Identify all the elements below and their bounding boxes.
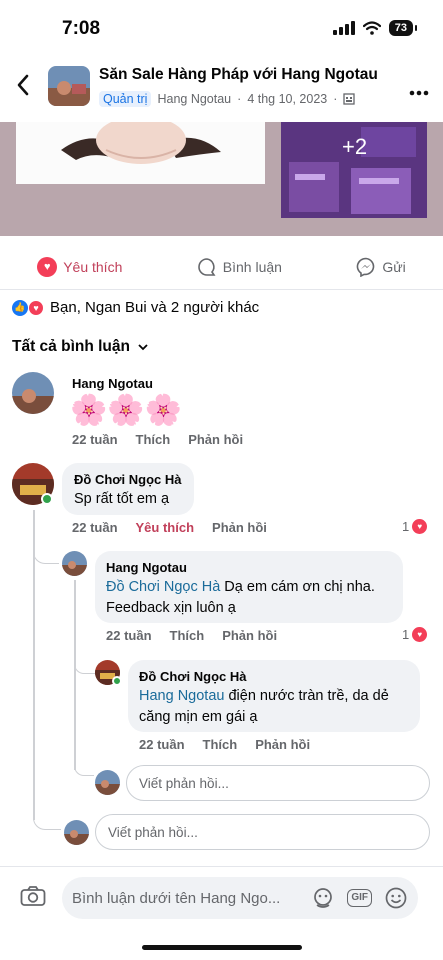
admin-badge: Quản trị: [99, 91, 152, 107]
reply-like-button[interactable]: Thích: [203, 737, 238, 752]
avatar-sticker-icon[interactable]: [311, 886, 335, 910]
reply-text: điện nước tràn trề, da dẻ: [224, 688, 389, 704]
heart-icon: ♥: [412, 519, 428, 534]
signal-icon: [332, 21, 355, 35]
group-avatar[interactable]: [48, 66, 90, 106]
heart-icon: ♥: [37, 257, 58, 277]
reply-author[interactable]: Đồ Chơi Ngọc Hà: [139, 669, 246, 684]
comment-text: 🌸🌸🌸: [70, 394, 183, 427]
avatar[interactable]: [62, 551, 87, 576]
reply-input-placeholder: Viết phản hồi...: [139, 775, 229, 791]
online-status-icon: [41, 493, 53, 505]
thread-connector: [74, 660, 96, 674]
more-options-button[interactable]: [409, 76, 429, 102]
reply-text-line: Đồ Chơi Ngọc Hà Dạ em cám ơn chị nha.: [106, 577, 375, 598]
battery-icon: 73: [388, 20, 418, 36]
group-title[interactable]: Săn Sale Hàng Pháp với Hang Ngotau: [99, 66, 378, 84]
avatar: [95, 770, 120, 795]
comment-icon: [198, 258, 216, 276]
post-actions: ♥ Yêu thích Bình luận Gửi: [0, 247, 443, 287]
comment-author[interactable]: Đồ Chơi Ngọc Hà: [74, 472, 181, 487]
composer-tools: GIF: [311, 886, 408, 910]
reply-reply-button[interactable]: Phản hồi: [222, 628, 277, 643]
comment-like-button[interactable]: Thích: [136, 432, 171, 447]
reply-author[interactable]: Hang Ngotau: [106, 560, 187, 575]
comment-reaction-count[interactable]: 1 ♥: [402, 519, 428, 534]
comment-author[interactable]: Hang Ngotau: [72, 376, 153, 391]
like-label: Yêu thích: [63, 259, 123, 275]
gif-button[interactable]: GIF: [347, 889, 372, 907]
composer-placeholder: Bình luận dưới tên Hang Ngo...: [72, 889, 281, 907]
mention-tag[interactable]: Hang Ngotau: [139, 688, 224, 704]
reply-reaction-count[interactable]: 1 ♥: [402, 627, 428, 642]
post-date[interactable]: 4 thg 10, 2023: [247, 92, 327, 106]
reactions-summary[interactable]: 👍 ♥ Bạn, Ngan Bui và 2 người khác: [12, 299, 259, 316]
comments-filter-label: Tất cả bình luận: [12, 338, 130, 355]
chevron-left-icon: [17, 74, 29, 96]
meta-separator: ·: [333, 92, 338, 106]
thread-line: [74, 580, 76, 770]
reaction-count: 1: [402, 627, 410, 642]
more-icon: [409, 90, 429, 96]
thread-connector: [33, 548, 59, 564]
comment-time: 22 tuần: [72, 432, 118, 447]
share-label: Gửi: [382, 259, 406, 275]
comment-label: Bình luận: [222, 259, 282, 275]
reply-time: 22 tuần: [139, 737, 185, 752]
mention-tag[interactable]: Đồ Chơi Ngọc Hà: [106, 579, 220, 595]
post-meta: Quản trị Hang Ngotau · 4 thg 10, 2023 ·: [99, 91, 356, 107]
status-time: 7:08: [62, 18, 101, 39]
comment-like-button[interactable]: Yêu thích: [136, 520, 195, 535]
reply-time: 22 tuần: [106, 628, 152, 643]
comment-reply-button[interactable]: Phản hồi: [188, 432, 243, 447]
meta-separator: ·: [237, 92, 242, 106]
reply-input[interactable]: Viết phản hồi...: [95, 814, 430, 850]
back-button[interactable]: [16, 74, 30, 100]
reply-text: căng mịn em gái ạ: [139, 709, 258, 725]
avatar[interactable]: [12, 372, 54, 414]
reply-reply-button[interactable]: Phản hồi: [255, 737, 310, 752]
divider: [0, 289, 443, 290]
comment-meta: 22 tuần Thích Phản hồi: [72, 432, 243, 447]
like-button[interactable]: ♥ Yêu thích: [37, 257, 122, 277]
comments-filter[interactable]: Tất cả bình luận: [12, 338, 148, 356]
home-indicator: [142, 945, 302, 950]
like-reaction-icon: 👍: [12, 299, 28, 316]
wifi-icon: [362, 21, 381, 35]
reply-text-line: Hang Ngotau điện nước tràn trề, da dẻ: [139, 686, 389, 707]
reactions-text: Bạn, Ngan Bui và 2 người khác: [50, 299, 260, 316]
reply-like-button[interactable]: Thích: [170, 628, 205, 643]
post-author[interactable]: Hang Ngotau: [157, 92, 231, 106]
share-button[interactable]: Gửi: [356, 257, 406, 277]
comment-button[interactable]: Bình luận: [197, 257, 282, 277]
camera-icon: [20, 886, 46, 906]
messenger-icon: [357, 257, 375, 277]
post-photo-main[interactable]: [16, 116, 265, 184]
avatar: [64, 820, 89, 845]
camera-button[interactable]: [20, 885, 46, 912]
online-status-icon: [112, 676, 122, 686]
reply-text: Dạ em cám ơn chị nha.: [220, 579, 375, 595]
reply-input-placeholder: Viết phản hồi...: [108, 824, 198, 840]
comment-composer[interactable]: Bình luận dưới tên Hang Ngo... GIF: [62, 877, 418, 919]
love-reaction-icon: ♥: [28, 299, 44, 316]
more-photos-count[interactable]: +2: [342, 134, 367, 160]
group-privacy-icon: [343, 93, 356, 105]
comment-text: Sp rất tốt em ạ: [74, 491, 170, 507]
thread-connector: [33, 812, 61, 830]
comment-time: 22 tuần: [72, 520, 118, 535]
reply-text: Feedback xịn luôn ạ: [106, 600, 236, 616]
reply-meta: 22 tuần Thích Phản hồi: [139, 737, 310, 752]
reply-input[interactable]: Viết phản hồi...: [126, 765, 430, 801]
status-icons: 73: [332, 20, 418, 36]
reaction-count: 1: [402, 519, 410, 534]
comment-meta: 22 tuần Yêu thích Phản hồi: [72, 520, 267, 535]
emoji-icon[interactable]: [384, 886, 408, 910]
thread-connector: [74, 762, 94, 776]
chevron-down-icon: [138, 344, 148, 351]
comment-reply-button[interactable]: Phản hồi: [212, 520, 267, 535]
reply-meta: 22 tuần Thích Phản hồi: [106, 628, 277, 643]
heart-icon: ♥: [412, 627, 428, 642]
